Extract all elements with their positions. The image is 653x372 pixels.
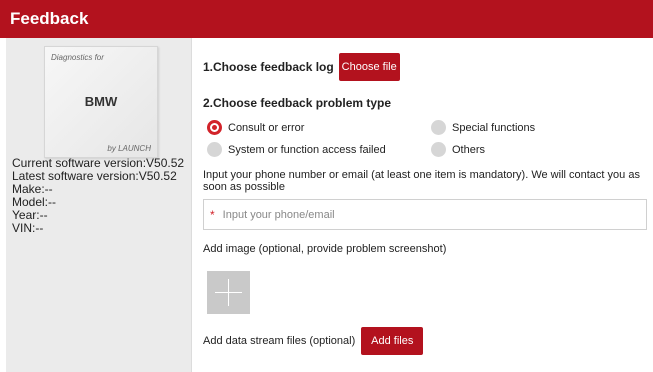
radio-unselected-icon [431, 120, 446, 135]
add-image-button[interactable] [207, 271, 250, 314]
radio-label: Consult or error [228, 121, 305, 134]
choose-file-button[interactable]: Choose file [338, 53, 400, 81]
radio-unselected-icon [431, 142, 446, 157]
card-brand: BMW [84, 94, 118, 109]
radio-label: System or function access failed [228, 143, 386, 156]
vin-field: VIN:-- [12, 221, 44, 235]
required-mark: * [210, 207, 215, 222]
contact-placeholder: Input your phone/email [222, 208, 335, 221]
radio-system-access-failed[interactable]: System or function access failed [207, 142, 386, 157]
panel-divider [191, 38, 192, 372]
step2-label: 2.Choose feedback problem type [203, 96, 392, 110]
card-vendor: by LAUNCH [107, 144, 151, 153]
contact-input[interactable]: * Input your phone/email [203, 199, 647, 230]
vehicle-info-panel: Diagnostics for BMW by LAUNCH Current so… [6, 38, 191, 372]
radio-selected-icon [207, 120, 222, 135]
radio-label: Others [452, 143, 486, 156]
add-files-button[interactable]: Add files [361, 327, 424, 355]
feedback-form: 1.Choose feedback log Choose file 2.Choo… [203, 38, 653, 372]
vehicle-details: Current software version:V50.52 Latest s… [12, 157, 184, 235]
radio-unselected-icon [207, 142, 222, 157]
add-image-label: Add image (optional, provide problem scr… [203, 243, 447, 255]
title-bar: Feedback [0, 0, 653, 38]
card-caption: Diagnostics for [51, 53, 104, 62]
step1-label: 1.Choose feedback log [203, 60, 334, 74]
feedback-log-row: 1.Choose feedback log Choose file [203, 53, 400, 81]
radio-label: Special functions [452, 121, 536, 134]
radio-special-functions[interactable]: Special functions [431, 120, 535, 135]
contact-instruction: Input your phone number or email (at lea… [203, 169, 640, 193]
page-title: Feedback [10, 9, 89, 28]
data-stream-row: Add data stream files (optional) Add fil… [203, 327, 424, 355]
radio-consult-or-error[interactable]: Consult or error [207, 120, 304, 135]
data-stream-label: Add data stream files (optional) [203, 335, 356, 347]
vehicle-card: Diagnostics for BMW by LAUNCH [44, 46, 158, 158]
problem-type-group: Consult or error Special functions Syste… [203, 118, 643, 158]
radio-others[interactable]: Others [431, 142, 485, 157]
